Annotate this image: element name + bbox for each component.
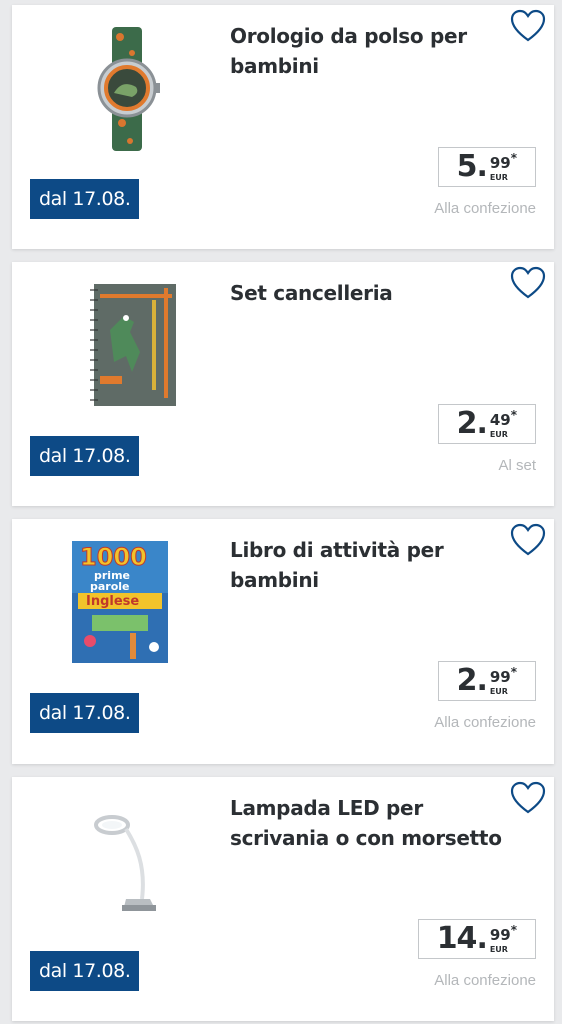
heart-icon[interactable] xyxy=(510,9,546,43)
price-box: 5. 99* EUR xyxy=(437,147,536,187)
price-decimals: 99 xyxy=(489,668,511,686)
kids-watch-image[interactable] xyxy=(70,23,180,153)
book-cover-line3: parole xyxy=(90,580,130,593)
book-cover-line4: Inglese xyxy=(86,594,139,609)
product-title[interactable]: Orologio da polso per bambini xyxy=(230,21,510,81)
unit-label: Alla confezione xyxy=(434,972,536,989)
currency-label: EUR xyxy=(489,173,508,182)
product-card[interactable]: Orologio da polso per bambini 5. 99* EUR… xyxy=(12,5,554,249)
price-box: 2. 99* EUR xyxy=(437,661,536,701)
price-integer: 5 xyxy=(456,149,478,184)
price-decimals: 99 xyxy=(489,154,511,172)
product-card[interactable]: Lampada LED per scrivania o con morsetto… xyxy=(12,777,554,1021)
product-title[interactable]: Libro di attività per bambini xyxy=(230,535,510,595)
date-badge: dal 17.08. xyxy=(30,951,140,991)
price-integer: 2 xyxy=(456,663,478,698)
price-integer: 2 xyxy=(456,406,478,441)
date-badge: dal 17.08. xyxy=(30,436,140,476)
date-badge: dal 17.08. xyxy=(30,179,140,219)
heart-icon[interactable] xyxy=(510,523,546,557)
activity-book-image[interactable]: 1000 prime parole Inglese xyxy=(70,537,180,667)
product-title[interactable]: Lampada LED per scrivania o con morsetto xyxy=(230,793,510,853)
unit-label: Al set xyxy=(498,457,536,474)
product-title[interactable]: Set cancelleria xyxy=(230,278,510,308)
price-decimals: 49 xyxy=(489,411,511,429)
led-lamp-image[interactable] xyxy=(70,795,180,925)
product-card[interactable]: Set cancelleria 2. 49* EUR Al set dal 17… xyxy=(12,262,554,506)
stationery-set-image[interactable] xyxy=(70,280,180,410)
currency-label: EUR xyxy=(489,945,508,954)
heart-icon[interactable] xyxy=(510,781,546,815)
currency-label: EUR xyxy=(489,430,508,439)
book-cover-number: 1000 xyxy=(80,543,147,571)
price-integer: 14 xyxy=(436,921,478,956)
unit-label: Alla confezione xyxy=(434,200,536,217)
currency-label: EUR xyxy=(489,687,508,696)
date-badge: dal 17.08. xyxy=(30,693,140,733)
unit-label: Alla confezione xyxy=(434,714,536,731)
price-box: 2. 49* EUR xyxy=(437,404,536,444)
price-box: 14. 99* EUR xyxy=(417,919,536,959)
product-card[interactable]: 1000 prime parole Inglese Libro di attiv… xyxy=(12,519,554,764)
heart-icon[interactable] xyxy=(510,266,546,300)
price-decimals: 99 xyxy=(489,926,511,944)
